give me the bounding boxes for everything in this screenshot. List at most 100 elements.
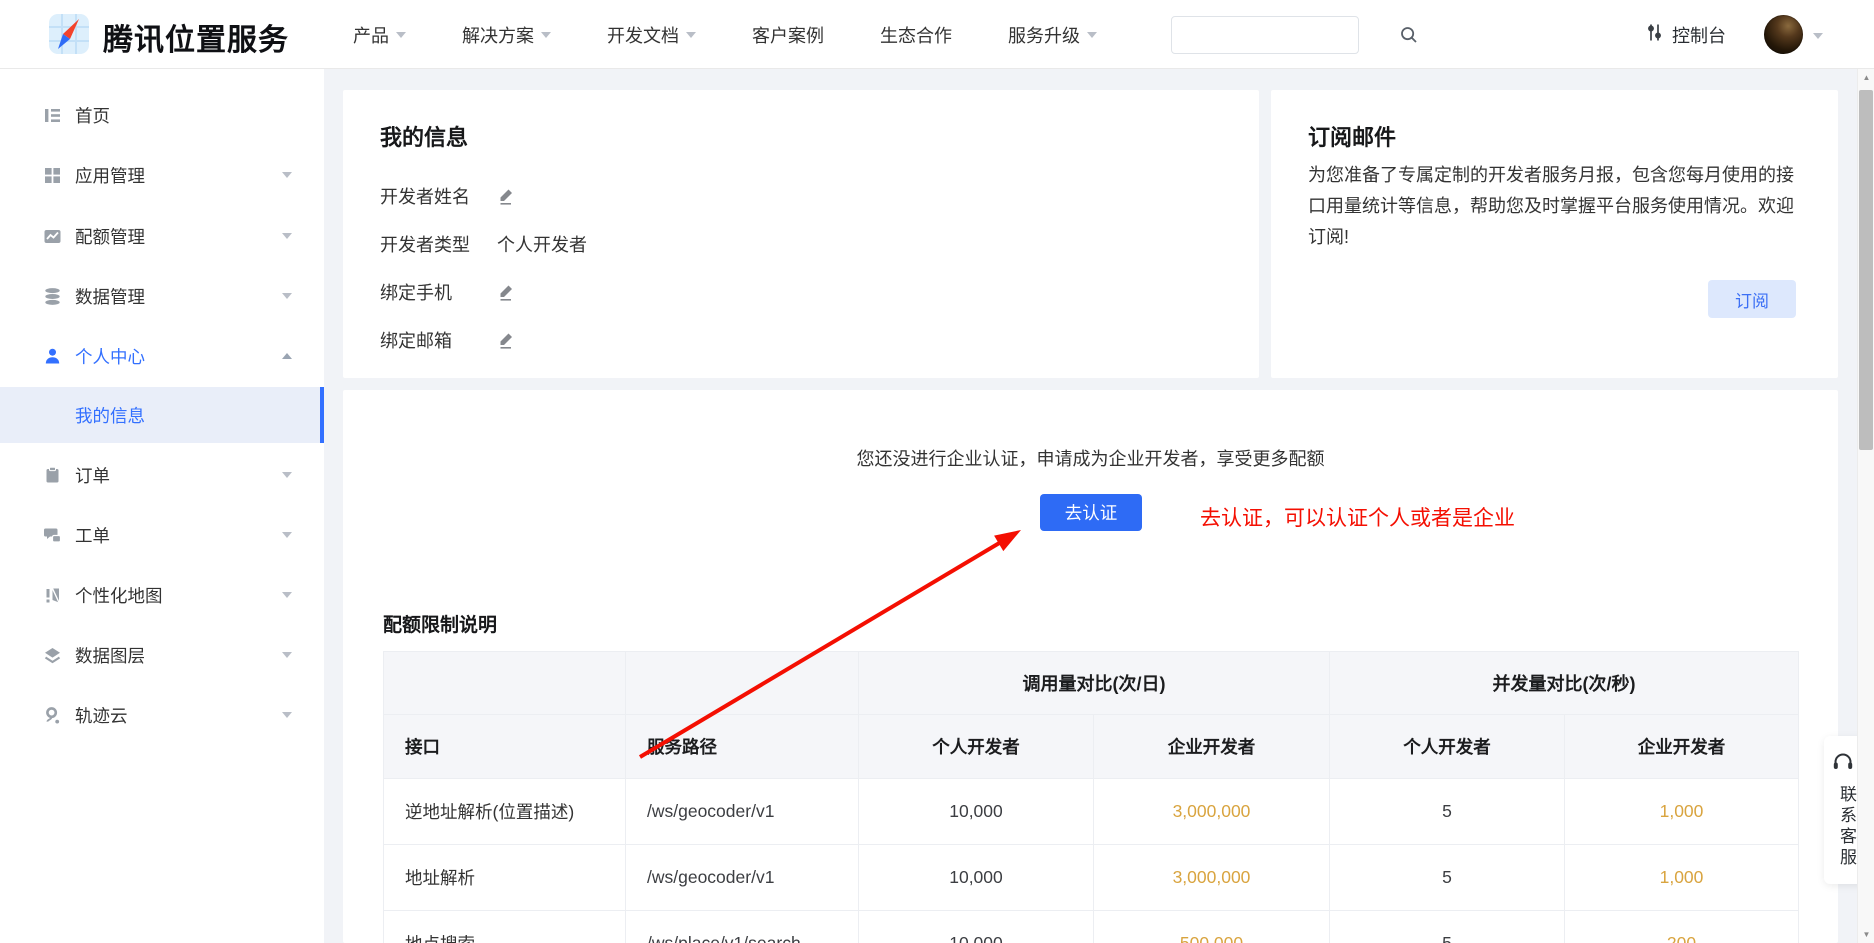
chevron-down-icon	[282, 172, 292, 178]
field-label: 开发者姓名	[380, 183, 497, 209]
chevron-down-icon	[282, 592, 292, 598]
column-header-enterprise: 企业开发者	[1565, 715, 1799, 779]
subscribe-card: 订阅邮件 为您准备了专属定制的开发者服务月报，包含您每月使用的接口用量统计等信息…	[1271, 90, 1838, 378]
table-cell: /ws/place/v1/search	[626, 911, 859, 943]
sidebar-item-data-layers[interactable]: 数据图层	[0, 626, 324, 684]
sidebar-item-home[interactable]: 首页	[0, 86, 324, 144]
table-group-header-row: 调用量对比(次/日) 并发量对比(次/秒)	[384, 652, 1799, 715]
profile-card: 我的信息 开发者姓名 开发者类型 个人开发者 绑定手机 绑定邮箱	[343, 90, 1259, 378]
nav-item-products[interactable]: 产品	[353, 22, 406, 48]
subscribe-card-title: 订阅邮件	[1308, 120, 1396, 152]
sidebar-item-label: 工单	[75, 523, 282, 548]
sidebar-item-tickets[interactable]: 工单	[0, 506, 324, 564]
subscribe-button[interactable]: 订阅	[1708, 280, 1796, 318]
sidebar-item-label: 数据管理	[75, 284, 282, 309]
console-link[interactable]: 控制台	[1645, 0, 1726, 69]
chevron-down-icon	[1087, 32, 1097, 38]
sidebar-item-label: 个性化地图	[75, 583, 282, 608]
field-label: 绑定邮箱	[380, 327, 497, 353]
search-input[interactable]	[1172, 17, 1399, 53]
chevron-down-icon	[282, 532, 292, 538]
chevron-down-icon	[396, 32, 406, 38]
sidebar-item-custom-map[interactable]: 个性化地图	[0, 566, 324, 624]
chevron-down-icon	[541, 32, 551, 38]
nav-menu: 产品 解决方案 开发文档 客户案例 生态合作 服务升级	[353, 0, 1097, 69]
quota-section-title: 配额限制说明	[383, 610, 497, 637]
column-header-personal: 个人开发者	[859, 715, 1094, 779]
nav-item-solutions[interactable]: 解决方案	[462, 22, 551, 48]
nav-item-label: 生态合作	[880, 22, 952, 48]
sidebar-item-orders[interactable]: 订单	[0, 446, 324, 504]
group-header-daily-calls: 调用量对比(次/日)	[859, 652, 1330, 715]
certification-quota-card: 您还没进行企业认证，申请成为企业开发者，享受更多配额 去认证 去认证，可以认证个…	[343, 390, 1838, 943]
vertical-scrollbar[interactable]: ▲ ▼	[1857, 69, 1874, 943]
quota-table-body: 逆地址解析(位置描述)/ws/geocoder/v110,0003,000,00…	[384, 779, 1799, 943]
table-cell: 200	[1565, 911, 1799, 943]
sidebar-item-label: 应用管理	[75, 163, 282, 188]
red-annotation-text: 去认证，可以认证个人或者是企业	[1200, 502, 1515, 532]
table-row: 地点搜索/ws/place/v1/search10,000500,0005200	[384, 911, 1799, 943]
sidebar-item-apps[interactable]: 应用管理	[0, 146, 324, 204]
chevron-down-icon	[282, 712, 292, 718]
sidebar-item-label: 首页	[75, 103, 324, 128]
search-box	[1171, 16, 1359, 54]
database-icon	[42, 286, 62, 306]
chart-icon	[42, 226, 62, 246]
table-cell: 500,000	[1094, 911, 1330, 943]
scroll-down-arrow[interactable]: ▼	[1858, 926, 1874, 943]
empty-header-cell	[384, 652, 626, 715]
table-cell: 10,000	[859, 845, 1094, 911]
chevron-up-icon	[282, 353, 292, 359]
table-cell: /ws/geocoder/v1	[626, 779, 859, 845]
console-label: 控制台	[1672, 22, 1726, 48]
sidebar-item-quota[interactable]: 配额管理	[0, 207, 324, 265]
active-indicator-bar	[320, 387, 324, 443]
go-certify-button[interactable]: 去认证	[1040, 494, 1142, 531]
sidebar-item-track-cloud[interactable]: 轨迹云	[0, 686, 324, 744]
column-header-enterprise: 企业开发者	[1094, 715, 1330, 779]
table-cell: 3,000,000	[1094, 779, 1330, 845]
custom-map-icon	[42, 585, 62, 605]
avatar-chevron-down-icon[interactable]	[1813, 33, 1823, 39]
profile-row-email: 绑定邮箱	[380, 327, 514, 353]
nav-item-label: 客户案例	[752, 22, 824, 48]
edit-pencil-icon[interactable]	[497, 332, 514, 349]
layers-icon	[42, 645, 62, 665]
sidebar-item-label: 数据图层	[75, 643, 282, 668]
sidebar-item-label: 订单	[75, 463, 282, 488]
nav-item-label: 解决方案	[462, 22, 534, 48]
nav-item-docs[interactable]: 开发文档	[607, 22, 696, 48]
table-cell: 1,000	[1565, 779, 1799, 845]
field-value: 个人开发者	[497, 231, 587, 257]
profile-card-title: 我的信息	[380, 120, 468, 152]
search-icon[interactable]	[1399, 25, 1419, 45]
headset-icon	[1831, 750, 1855, 779]
sidebar-item-my-info[interactable]: 我的信息	[0, 387, 324, 443]
profile-row-type: 开发者类型 个人开发者	[380, 231, 587, 257]
scroll-up-arrow[interactable]: ▲	[1858, 69, 1874, 86]
avatar[interactable]	[1764, 15, 1803, 54]
table-cell: /ws/geocoder/v1	[626, 845, 859, 911]
column-header-path: 服务路径	[626, 715, 859, 779]
edit-pencil-icon[interactable]	[497, 188, 514, 205]
sidebar-item-data[interactable]: 数据管理	[0, 267, 324, 325]
brand[interactable]: 腾讯位置服务	[48, 13, 289, 60]
edit-pencil-icon[interactable]	[497, 284, 514, 301]
home-list-icon	[42, 105, 62, 125]
top-navbar: 腾讯位置服务 产品 解决方案 开发文档 客户案例 生态合作 服务升级	[0, 0, 1874, 69]
profile-row-phone: 绑定手机	[380, 279, 514, 305]
chat-bubbles-icon	[42, 525, 62, 545]
field-label: 绑定手机	[380, 279, 497, 305]
nav-item-cases[interactable]: 客户案例	[752, 22, 824, 48]
scrollbar-thumb[interactable]	[1859, 90, 1873, 450]
profile-row-name: 开发者姓名	[380, 183, 514, 209]
sidebar: 首页 应用管理 配额管理 数据管理	[0, 69, 324, 943]
chevron-down-icon	[282, 472, 292, 478]
sidebar-item-personal-center[interactable]: 个人中心	[0, 327, 324, 385]
nav-item-ecosystem[interactable]: 生态合作	[880, 22, 952, 48]
table-header-row: 接口 服务路径 个人开发者 企业开发者 个人开发者 企业开发者	[384, 715, 1799, 779]
nav-item-upgrade[interactable]: 服务升级	[1008, 22, 1097, 48]
table-cell: 逆地址解析(位置描述)	[384, 779, 626, 845]
sliders-icon	[1645, 23, 1664, 47]
user-icon	[42, 346, 62, 366]
